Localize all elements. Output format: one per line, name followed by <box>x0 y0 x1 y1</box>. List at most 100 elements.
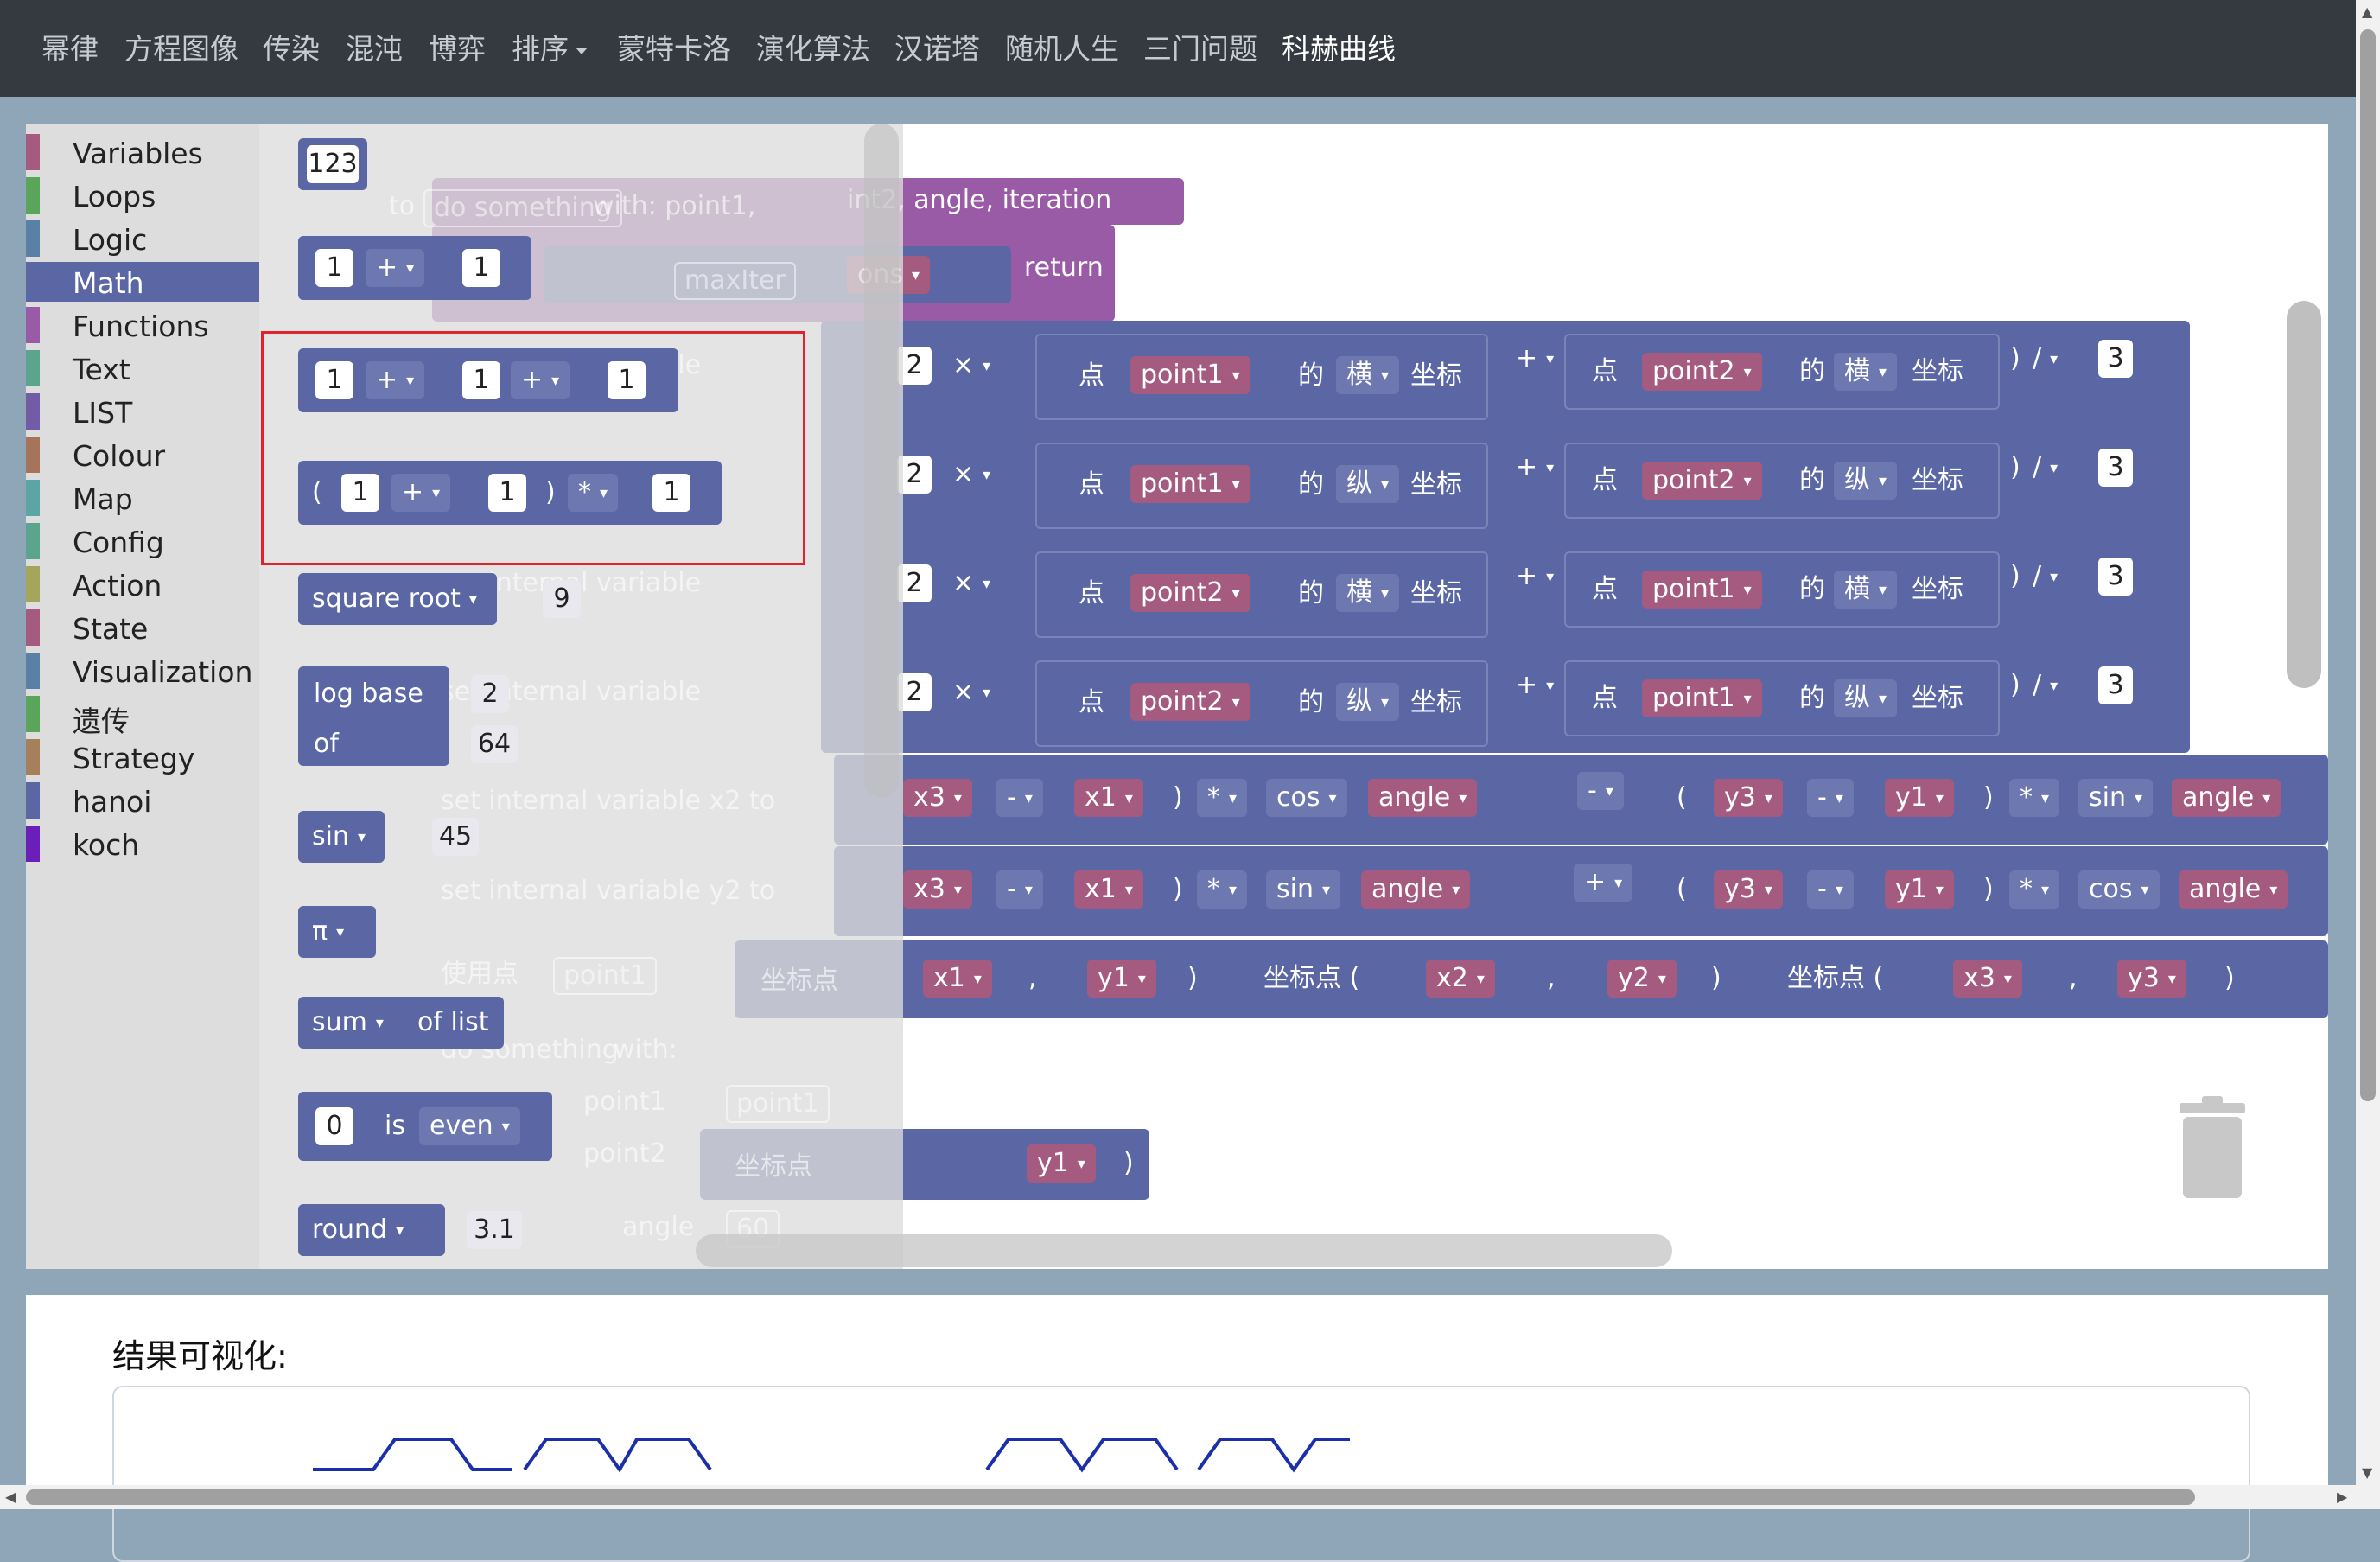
log-base-block[interactable]: log base of <box>298 666 449 766</box>
arith-b-value[interactable]: 1 <box>462 249 500 287</box>
constant-block[interactable]: π <box>298 906 376 958</box>
blockly-workspace[interactable]: int2, angle, iteration return ons 2 × 点 … <box>26 124 2328 1269</box>
row1-div-dropdown[interactable]: / <box>2022 340 2069 378</box>
arithmetic-block[interactable]: 1 + 1 <box>298 236 531 300</box>
nav-item-epidemic[interactable]: 传染 <box>263 26 320 67</box>
scroll-left-icon[interactable]: ◀ <box>5 1489 16 1505</box>
rot1-star2-dropdown[interactable]: * <box>2009 779 2060 817</box>
nav-item-equation-graph[interactable]: 方程图像 <box>124 26 239 67</box>
rot1-minus2-dropdown[interactable]: - <box>1577 772 1624 810</box>
row2-times-dropdown[interactable]: × <box>942 456 1002 494</box>
row4-plus-dropdown[interactable]: + <box>1505 666 1565 704</box>
row3-point-coord-block[interactable]: 点 point2 的 横 坐标 <box>1035 551 1488 638</box>
row4-axis-dropdown[interactable]: 纵 <box>1336 683 1400 721</box>
arg-y1-dropdown[interactable]: y1 <box>1027 1144 1096 1183</box>
log-arg-value[interactable]: 64 <box>471 725 518 763</box>
rot2-x3-dropdown[interactable]: x3 <box>903 870 972 909</box>
row4-times-dropdown[interactable]: × <box>942 673 1002 711</box>
nav-item-monty-hall[interactable]: 三门问题 <box>1143 26 1257 67</box>
category-state[interactable]: State <box>26 608 259 647</box>
rot1-x1-dropdown[interactable]: x1 <box>1074 779 1143 817</box>
round-dropdown[interactable]: round <box>302 1211 415 1249</box>
trash-can-icon[interactable] <box>2171 1096 2254 1200</box>
row1-point-dropdown[interactable]: point1 <box>1130 356 1250 394</box>
row3-div-dropdown[interactable]: / <box>2022 558 2069 596</box>
row1b-point-dropdown[interactable]: point2 <box>1642 353 1762 391</box>
row1-point-coord-block[interactable]: 点 point1 的 横 坐标 <box>1035 334 1488 420</box>
flyout-scrollbar[interactable] <box>864 124 899 798</box>
number-property-block[interactable]: 0 is even <box>298 1092 552 1161</box>
category-hanoi[interactable]: hanoi <box>26 781 259 820</box>
row2-plus-dropdown[interactable]: + <box>1505 449 1565 487</box>
row1-times-dropdown[interactable]: × <box>942 347 1002 385</box>
row4-divisor[interactable]: 3 <box>2098 666 2133 704</box>
rot1-angle2-dropdown[interactable]: angle <box>2172 779 2281 817</box>
list-op-dropdown[interactable]: sum <box>302 1004 394 1042</box>
arith-op-dropdown[interactable]: + <box>366 249 425 287</box>
row2-point2-coord-block[interactable]: 点 point2 的 纵 坐标 <box>1564 443 2000 519</box>
row3b-point-dropdown[interactable]: point1 <box>1642 571 1762 609</box>
rot2-cos-dropdown[interactable]: cos <box>2078 870 2160 909</box>
cp3-x3-dropdown[interactable]: x3 <box>1953 960 2022 998</box>
cp1-y1-dropdown[interactable]: y1 <box>1087 960 1156 998</box>
rot1-x3-dropdown[interactable]: x3 <box>903 779 972 817</box>
cp3-y3-dropdown[interactable]: y3 <box>2117 960 2186 998</box>
nav-item-monte-carlo[interactable]: 蒙特卡洛 <box>617 26 731 67</box>
rot2-angle2-dropdown[interactable]: angle <box>2179 870 2288 909</box>
rot1-sin-dropdown[interactable]: sin <box>2078 779 2154 817</box>
rot1-cos-dropdown[interactable]: cos <box>1266 779 1347 817</box>
rot1-angle-dropdown[interactable]: angle <box>1368 779 1478 817</box>
workspace-vertical-scrollbar[interactable] <box>2287 301 2321 688</box>
row2-axis-dropdown[interactable]: 纵 <box>1336 465 1400 503</box>
cp2-y2-dropdown[interactable]: y2 <box>1607 960 1677 998</box>
category-visualization[interactable]: Visualization <box>26 651 259 691</box>
row4b-axis-dropdown[interactable]: 纵 <box>1834 679 1898 717</box>
row3-axis-dropdown[interactable]: 横 <box>1336 574 1400 612</box>
row4-point-dropdown[interactable]: point2 <box>1130 683 1250 721</box>
category-functions[interactable]: Functions <box>26 305 259 345</box>
scroll-down-icon[interactable]: ▼ <box>2362 1464 2372 1481</box>
category-variables[interactable]: Variables <box>26 132 259 172</box>
category-logic[interactable]: Logic <box>26 219 259 258</box>
rot1-star-dropdown[interactable]: * <box>1197 779 1248 817</box>
category-map[interactable]: Map <box>26 478 259 518</box>
row2-div-dropdown[interactable]: / <box>2022 449 2069 487</box>
category-config[interactable]: Config <box>26 521 259 561</box>
row4-point2-coord-block[interactable]: 点 point1 的 纵 坐标 <box>1564 660 2000 736</box>
rot1-y3-dropdown[interactable]: y3 <box>1714 779 1783 817</box>
square-root-block[interactable]: square root <box>298 573 497 625</box>
cp1-x1-dropdown[interactable]: x1 <box>923 960 992 998</box>
nav-item-random-life[interactable]: 随机人生 <box>1005 26 1119 67</box>
category-genetic[interactable]: 遗传 <box>26 694 259 738</box>
nav-item-evolution[interactable]: 演化算法 <box>756 26 870 67</box>
rotation-y-block[interactable]: x3 - x1 ) * sin angle + ( y3 - y1 ) * co… <box>834 846 2328 936</box>
row4-point-coord-block[interactable]: 点 point2 的 纵 坐标 <box>1035 660 1488 747</box>
row1b-axis-dropdown[interactable]: 横 <box>1834 353 1898 391</box>
rot2-minus2-dropdown[interactable]: - <box>1807 870 1854 909</box>
rot1-y1-dropdown[interactable]: y1 <box>1885 779 1954 817</box>
trig-block[interactable]: sin <box>298 811 385 863</box>
rot2-y3-dropdown[interactable]: y3 <box>1714 870 1783 909</box>
property-value[interactable]: 0 <box>315 1107 353 1145</box>
row3-point-dropdown[interactable]: point2 <box>1130 574 1250 612</box>
cp2-x2-dropdown[interactable]: x2 <box>1426 960 1495 998</box>
row1-axis-dropdown[interactable]: 横 <box>1336 356 1400 394</box>
rot2-star2-dropdown[interactable]: * <box>2009 870 2060 909</box>
rotation-x-block[interactable]: x3 - x1 ) * cos angle - ( y3 - y1 ) * si… <box>834 755 2328 845</box>
row1-divisor[interactable]: 3 <box>2098 340 2133 378</box>
category-strategy[interactable]: Strategy <box>26 737 259 777</box>
rot1-minus3-dropdown[interactable]: - <box>1807 779 1854 817</box>
rot2-angle-dropdown[interactable]: angle <box>1361 870 1471 909</box>
trig-function-dropdown[interactable]: sin <box>302 818 377 856</box>
row3-divisor[interactable]: 3 <box>2098 558 2133 596</box>
row2-divisor[interactable]: 3 <box>2098 449 2133 487</box>
page-vertical-scrollbar-thumb[interactable] <box>2360 29 2376 1101</box>
row4-div-dropdown[interactable]: / <box>2022 666 2069 704</box>
category-action[interactable]: Action <box>26 564 259 604</box>
row4b-point-dropdown[interactable]: point1 <box>1642 679 1762 717</box>
category-text[interactable]: Text <box>26 348 259 388</box>
row2-point-dropdown[interactable]: point1 <box>1130 465 1250 503</box>
trig-value[interactable]: 45 <box>432 818 479 856</box>
row3b-axis-dropdown[interactable]: 横 <box>1834 571 1898 609</box>
log-base-value[interactable]: 2 <box>471 675 509 713</box>
